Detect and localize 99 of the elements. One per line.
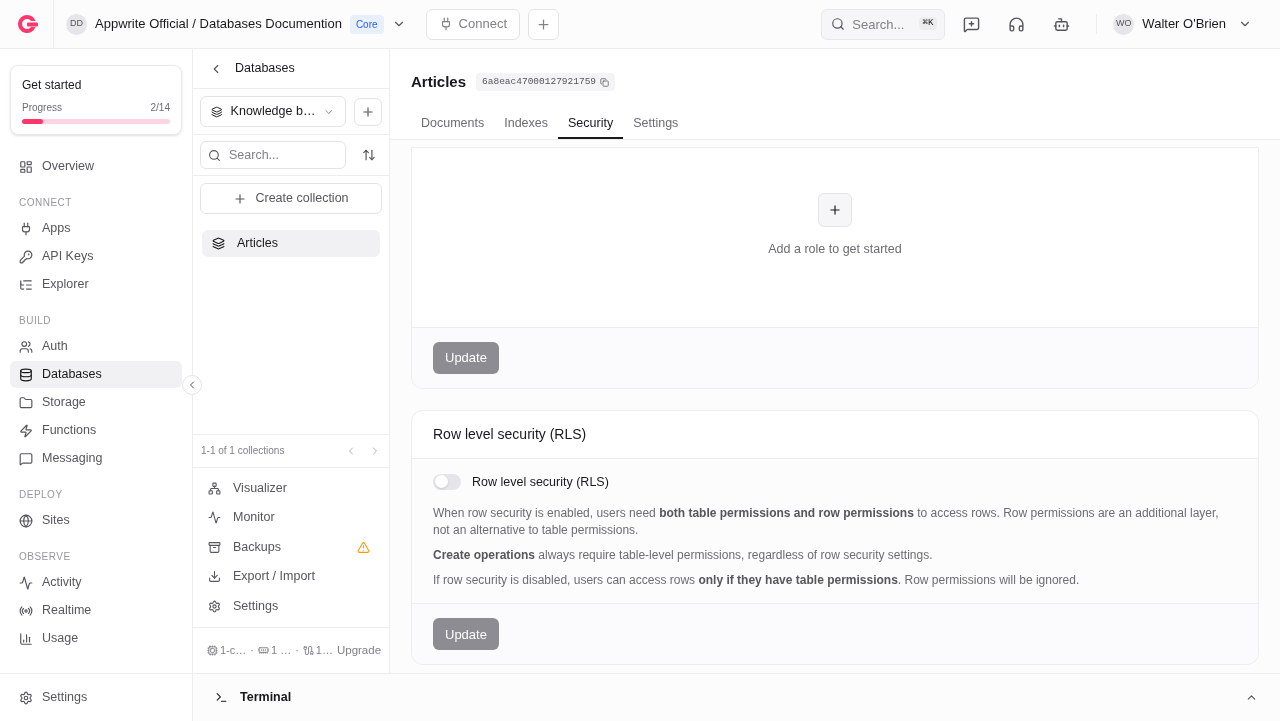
plug-icon xyxy=(19,221,33,236)
feedback-icon[interactable] xyxy=(963,15,981,33)
terminal-label: Terminal xyxy=(240,689,292,707)
menu-item[interactable]: Export / Import xyxy=(200,562,382,592)
menu-item[interactable]: Monitor xyxy=(200,503,382,533)
sidebar-item[interactable]: Apps xyxy=(10,215,182,242)
tab[interactable]: Documents xyxy=(411,110,495,139)
archive-icon xyxy=(208,540,221,554)
collection-title: Articles xyxy=(411,72,467,92)
cable-icon xyxy=(302,645,314,656)
sidebar-item[interactable]: Activity xyxy=(10,569,182,596)
users-icon xyxy=(19,339,33,354)
sidebar-item[interactable]: API Keys xyxy=(10,243,182,270)
add-button[interactable] xyxy=(354,97,382,126)
terminal-icon xyxy=(215,691,228,704)
memory-icon xyxy=(257,645,269,656)
collapse-button[interactable] xyxy=(182,375,202,395)
menu-item[interactable]: Backups xyxy=(200,532,382,562)
database-select[interactable]: Knowledge b… xyxy=(200,96,346,127)
cpu-icon xyxy=(207,645,218,656)
sidebar-item[interactable]: Storage xyxy=(10,389,182,416)
project-breadcrumb[interactable]: Appwrite Official / Databases Documention xyxy=(95,14,342,34)
progress-label: Progress xyxy=(22,101,62,115)
sidebar-item[interactable]: Explorer xyxy=(10,271,182,298)
separator-dot: · xyxy=(295,643,299,659)
usage-stat[interactable]: 1 … xyxy=(270,642,292,659)
logo-icon[interactable] xyxy=(15,14,38,34)
hierarchy-icon xyxy=(208,481,221,495)
plan-badge: Core xyxy=(349,14,384,34)
sidebar-item[interactable]: Overview xyxy=(10,153,182,180)
get-started-card[interactable]: Get started Progress 2/14 xyxy=(10,65,182,135)
description-text: Create operations always require table-level permissions, regardless of row security settings. xyxy=(433,547,934,565)
broadcast-icon xyxy=(19,603,33,618)
layers-icon xyxy=(212,237,225,250)
user-avatar[interactable]: WO xyxy=(1113,13,1135,35)
headphones-icon[interactable] xyxy=(1008,15,1026,33)
collection-item[interactable]: Articles xyxy=(202,230,380,257)
sidebar-item[interactable]: Sites xyxy=(10,507,182,534)
sort-icon[interactable] xyxy=(362,148,376,162)
connect-button[interactable]: Connect xyxy=(425,8,520,40)
pagination-text: 1-1 of 1 collections xyxy=(201,444,285,458)
menu-item[interactable]: Visualizer xyxy=(200,473,382,503)
pulse-icon xyxy=(208,511,221,525)
search-icon xyxy=(831,16,846,31)
message-icon xyxy=(19,451,33,466)
menu-item[interactable]: Settings xyxy=(200,591,382,621)
rls-toggle[interactable] xyxy=(433,473,461,490)
globe-icon xyxy=(19,513,33,528)
sidebar-item[interactable]: Functions xyxy=(10,417,182,444)
user-name[interactable]: Walter O'Brien xyxy=(1142,14,1226,34)
create-collection-button[interactable]: Create collection xyxy=(200,183,382,214)
settings-icon xyxy=(19,690,33,705)
usage-stat[interactable]: 1-c… xyxy=(220,642,247,659)
download-icon xyxy=(208,570,221,584)
sidebar-item[interactable]: Realtime xyxy=(10,597,182,624)
get-started-title: Get started xyxy=(22,77,83,94)
bot-icon[interactable] xyxy=(1053,15,1071,33)
tab[interactable]: Settings xyxy=(623,110,689,139)
search-icon xyxy=(208,148,221,162)
org-avatar: DD xyxy=(66,13,87,35)
pulse-icon xyxy=(19,575,33,590)
sidebar-item[interactable]: Auth xyxy=(10,333,182,360)
upgrade-link[interactable]: Upgrade xyxy=(336,641,382,660)
list-tree-icon xyxy=(19,277,33,292)
separator-dot: · xyxy=(250,643,254,659)
description-text: When row security is enabled, users need both table permissions and row permissions to access rows. Row permissions are an additional layer, not an alternative to table permissions. xyxy=(433,505,1220,540)
plus-icon xyxy=(828,203,842,218)
plus-icon xyxy=(536,16,551,32)
sidebar-item[interactable]: Databases xyxy=(10,361,182,388)
folder-icon xyxy=(19,395,33,410)
sidebar-item[interactable]: Messaging xyxy=(10,445,182,472)
plus-icon xyxy=(233,191,248,206)
key-icon xyxy=(19,249,33,264)
collection-id: 6a8eac47000127921759 xyxy=(482,75,597,90)
toggle-label: Row level security (RLS) xyxy=(472,473,609,491)
progress-count: 2/14 xyxy=(150,101,170,115)
bar-chart-icon xyxy=(19,631,33,646)
add-role-button[interactable] xyxy=(818,193,852,228)
layers-icon xyxy=(211,104,223,119)
lightning-icon xyxy=(19,423,33,438)
usage-stat[interactable]: 1… xyxy=(315,642,333,659)
plus-icon xyxy=(361,104,375,119)
empty-state-text: Add a role to get started xyxy=(768,241,902,259)
copy-icon[interactable] xyxy=(600,77,610,87)
tab[interactable]: Indexes xyxy=(494,110,558,139)
section-heading: DEPLOY xyxy=(18,487,64,502)
section-heading: OBSERVE xyxy=(18,549,72,564)
dashboard-icon xyxy=(19,159,33,174)
section-heading: BUILD xyxy=(18,313,52,328)
sidebar-item[interactable]: Usage xyxy=(10,625,182,652)
section-heading: CONNECT xyxy=(18,195,73,210)
description-text: If row security is disabled, users can access rows only if they have table permissions. Row permissions will be ignored. xyxy=(433,572,1081,590)
tab[interactable]: Security xyxy=(558,110,624,139)
card-title: Row level security (RLS) xyxy=(433,424,587,444)
settings-icon xyxy=(208,599,221,613)
sidebar-item[interactable]: Settings xyxy=(19,688,88,707)
panel-title: Databases xyxy=(235,60,295,78)
search-field[interactable]: Search... xyxy=(200,141,346,169)
database-icon xyxy=(19,367,33,382)
